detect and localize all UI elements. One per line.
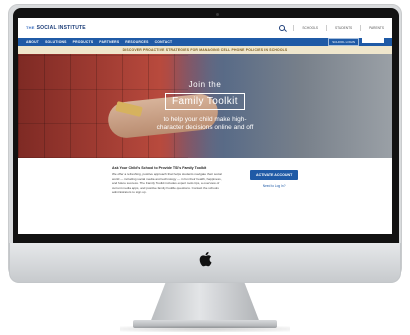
hero-subtitle: to help your child make high- character … (18, 116, 392, 132)
nav-item-products[interactable]: PRODUCTS (73, 40, 94, 44)
hero-banner: Join the Family Toolkit to help your chi… (18, 54, 392, 158)
divider (293, 25, 295, 31)
site-logo[interactable]: THE SOCIAL INSTITUTE (26, 25, 86, 31)
announcement-banner[interactable]: DISCOVER PROACTIVE STRATEGIES FOR MANAGI… (18, 46, 392, 54)
toolkit-heading: Ask Your Child's School to Provide TSI's… (112, 166, 207, 170)
header-link-students[interactable]: STUDENTS (335, 26, 352, 30)
nav-right: SCHOOL LOGIN (328, 38, 384, 46)
hero-text: Join the Family Toolkit to help your chi… (18, 80, 392, 132)
monitor-shadow (120, 326, 290, 332)
nav-item-partners[interactable]: PARTNERS (99, 40, 119, 44)
nav-item-solutions[interactable]: SOLUTIONS (45, 40, 67, 44)
school-login-button[interactable]: SCHOOL LOGIN (328, 38, 359, 46)
toolkit-section: Ask Your Child's School to Provide TSI's… (18, 158, 392, 195)
search-icon[interactable] (279, 25, 286, 31)
hero-subtitle-line-2: character decisions online and off (156, 124, 254, 131)
toolkit-body: We offer a refreshing, positive approach… (112, 172, 222, 195)
login-link[interactable]: Need to Log In? (263, 184, 286, 188)
website-screen: THE SOCIAL INSTITUTE SCHOOLS STUDENTS PA… (18, 18, 392, 234)
divider (325, 25, 327, 31)
announcement-text: DISCOVER PROACTIVE STRATEGIES FOR MANAGI… (122, 48, 288, 52)
hero-title: Family Toolkit (165, 93, 245, 110)
hero-subtitle-line-1: to help your child make high- (163, 116, 247, 123)
header-link-schools[interactable]: SCHOOLS (302, 26, 318, 30)
nav-item-contact[interactable]: CONTACT (155, 40, 173, 44)
monitor-stand (150, 283, 260, 323)
activate-account-button[interactable]: ACTIVATE ACCOUNT (250, 170, 299, 180)
camera-dot (216, 13, 219, 16)
top-header: THE SOCIAL INSTITUTE SCHOOLS STUDENTS PA… (18, 18, 392, 38)
divider (360, 25, 362, 31)
header-link-parents[interactable]: PARENTS (369, 26, 384, 30)
toolkit-description: Ask Your Child's School to Provide TSI's… (112, 166, 224, 195)
apple-logo-icon (199, 251, 212, 267)
toolkit-cta: ACTIVATE ACCOUNT Need to Log In? (250, 166, 299, 195)
header-links: SCHOOLS STUDENTS PARENTS (279, 25, 384, 31)
nav-search-input[interactable] (362, 38, 384, 43)
main-nav: ABOUT SOLUTIONS PRODUCTS PARTNERS RESOUR… (18, 38, 392, 46)
hero-join: Join the (188, 80, 222, 89)
nav-item-resources[interactable]: RESOURCES (125, 40, 148, 44)
nav-item-about[interactable]: ABOUT (26, 40, 39, 44)
logo-prefix: THE (26, 25, 35, 30)
logo-name: SOCIAL INSTITUTE (36, 25, 86, 31)
